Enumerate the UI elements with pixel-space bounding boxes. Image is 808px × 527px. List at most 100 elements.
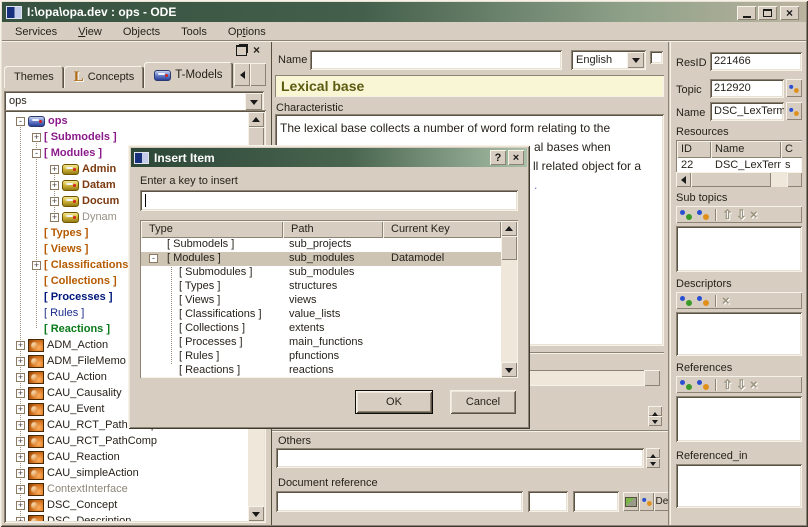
topic-link-button[interactable] — [786, 79, 802, 97]
spin-up-icon[interactable] — [646, 448, 660, 458]
close-button[interactable]: × — [780, 6, 799, 20]
dialog-table-row[interactable]: [ Collections ]extents — [141, 322, 501, 336]
name-field[interactable]: DSC_LexTerm — [710, 102, 784, 121]
expander-icon[interactable]: + — [16, 485, 25, 494]
column-header[interactable]: Name — [711, 141, 781, 158]
expander-icon[interactable]: + — [16, 469, 25, 478]
model-combobox[interactable]: ops — [4, 91, 264, 112]
expander-icon[interactable]: + — [16, 341, 25, 350]
expander-icon[interactable]: + — [50, 213, 59, 222]
spin-down-icon[interactable] — [648, 416, 662, 426]
tree-item[interactable]: +ContextInterface — [6, 481, 248, 497]
move-down-icon[interactable]: ⇩ — [736, 208, 747, 221]
dialog-table-row[interactable]: [ Classifications ]value_lists — [141, 308, 501, 322]
column-header-type[interactable]: Type — [141, 221, 283, 238]
menu-item-tools[interactable]: Tools — [172, 25, 216, 39]
delete-icon[interactable]: × — [750, 378, 758, 391]
tree-item[interactable]: +CAU_simpleAction — [6, 465, 248, 481]
scroll-up-icon[interactable] — [248, 112, 264, 127]
references-list[interactable] — [676, 396, 802, 442]
expander-icon[interactable]: + — [32, 133, 41, 142]
others-field[interactable] — [276, 448, 644, 468]
expander-icon[interactable]: - — [32, 149, 41, 158]
tab-scroll-right-icon[interactable] — [250, 63, 266, 86]
scroll-down-icon[interactable] — [501, 362, 517, 377]
close-panel-icon[interactable]: × — [253, 45, 260, 56]
expander-icon[interactable]: + — [16, 389, 25, 398]
dialog-titlebar[interactable]: Insert Item ? × — [131, 148, 527, 167]
scroll-up-icon[interactable] — [501, 221, 517, 236]
tree-item[interactable]: +DSC_Concept — [6, 497, 248, 513]
column-header-key[interactable]: Current Key — [383, 221, 501, 238]
topic-field[interactable]: 212920 — [710, 79, 784, 98]
dialog-table-row[interactable]: [ Reactions ]reactions — [141, 364, 501, 377]
menu-item-objects[interactable]: Objects — [114, 25, 169, 39]
resid-field[interactable]: 221466 — [710, 52, 802, 71]
dialog-table-row[interactable]: -[ Modules ]sub_modulesDatamodel — [141, 252, 501, 266]
expander-icon[interactable]: + — [50, 181, 59, 190]
open-document-button[interactable] — [623, 492, 639, 511]
help-button[interactable]: ? — [490, 150, 506, 165]
tree-item[interactable]: +[ Submodels ] — [6, 129, 248, 145]
key-input[interactable] — [140, 190, 518, 211]
language-combobox[interactable]: English — [571, 50, 646, 70]
delete-icon[interactable]: × — [722, 294, 730, 307]
add-item-icon[interactable] — [679, 294, 693, 307]
scroll-right-icon[interactable] — [787, 172, 802, 187]
expander-icon[interactable]: + — [16, 517, 25, 522]
dialog-table-scrollbar[interactable] — [501, 221, 517, 377]
move-down-icon[interactable]: ⇩ — [736, 378, 747, 391]
expander-icon[interactable]: - — [16, 117, 25, 126]
scroll-left-icon[interactable] — [676, 172, 691, 187]
resources-scrollbar[interactable] — [676, 172, 802, 187]
minimize-button[interactable] — [737, 6, 756, 20]
panel-splitter[interactable] — [668, 42, 671, 525]
scroll-down-icon[interactable] — [248, 506, 264, 521]
expander-icon[interactable]: + — [16, 405, 25, 414]
spin-down-icon[interactable] — [646, 458, 660, 468]
expander-icon[interactable]: + — [16, 437, 25, 446]
descriptors-list[interactable] — [676, 312, 802, 356]
expander-icon[interactable]: + — [50, 165, 59, 174]
expander-icon[interactable]: + — [16, 373, 25, 382]
table-row[interactable]: 22 DSC_LexTerm s — [677, 158, 801, 172]
dialog-table-row[interactable]: [ Submodels ]sub_projects — [141, 238, 501, 252]
dialog-table-row[interactable]: [ Types ]structures — [141, 280, 501, 294]
menu-item-options[interactable]: Options — [219, 25, 275, 39]
scrollbar-thumb[interactable] — [501, 236, 517, 260]
document-reference-page-field[interactable] — [528, 491, 568, 512]
scroll-right-icon[interactable] — [644, 370, 660, 386]
tree-item[interactable]: +DSC_Description — [6, 513, 248, 521]
others-spin-control[interactable] — [646, 448, 660, 468]
float-panel-icon[interactable] — [236, 45, 247, 56]
menu-item-view[interactable]: View — [69, 25, 111, 39]
dialog-table-row[interactable]: [ Submodules ]sub_modules — [141, 266, 501, 280]
language-dropdown-icon[interactable] — [627, 52, 644, 68]
subtopics-list[interactable] — [676, 226, 802, 272]
tree-item[interactable]: -ops — [6, 113, 248, 129]
dialog-close-button[interactable]: × — [508, 150, 524, 165]
referenced-in-list[interactable] — [676, 464, 802, 508]
combobox-dropdown-icon[interactable] — [245, 93, 262, 110]
link-item-icon[interactable] — [696, 294, 710, 307]
link-item-icon[interactable] — [696, 208, 710, 221]
expander-icon[interactable]: + — [16, 357, 25, 366]
maximize-button[interactable] — [758, 6, 777, 20]
scrollbar-thumb[interactable] — [691, 172, 771, 187]
cancel-button[interactable]: Cancel — [450, 390, 516, 414]
column-header-path[interactable]: Path — [283, 221, 383, 238]
tab-themes[interactable]: Themes — [4, 66, 64, 88]
spin-up-icon[interactable] — [648, 406, 662, 416]
menu-item-services[interactable]: Services — [6, 25, 66, 39]
dialog-table-row[interactable]: [ Processes ]main_functions — [141, 336, 501, 350]
add-item-icon[interactable] — [679, 378, 693, 391]
move-up-icon[interactable]: ⇧ — [722, 208, 733, 221]
name-link-button[interactable] — [786, 102, 802, 120]
tree-item[interactable]: +CAU_RCT_PathComp — [6, 433, 248, 449]
delete-reference-button[interactable]: Del — [654, 492, 669, 511]
tab-scroll-left-icon[interactable] — [234, 63, 250, 86]
column-header[interactable]: ID — [677, 141, 711, 158]
move-up-icon[interactable]: ⇧ — [722, 378, 733, 391]
expander-icon[interactable]: + — [16, 453, 25, 462]
spin-control[interactable] — [648, 406, 662, 426]
